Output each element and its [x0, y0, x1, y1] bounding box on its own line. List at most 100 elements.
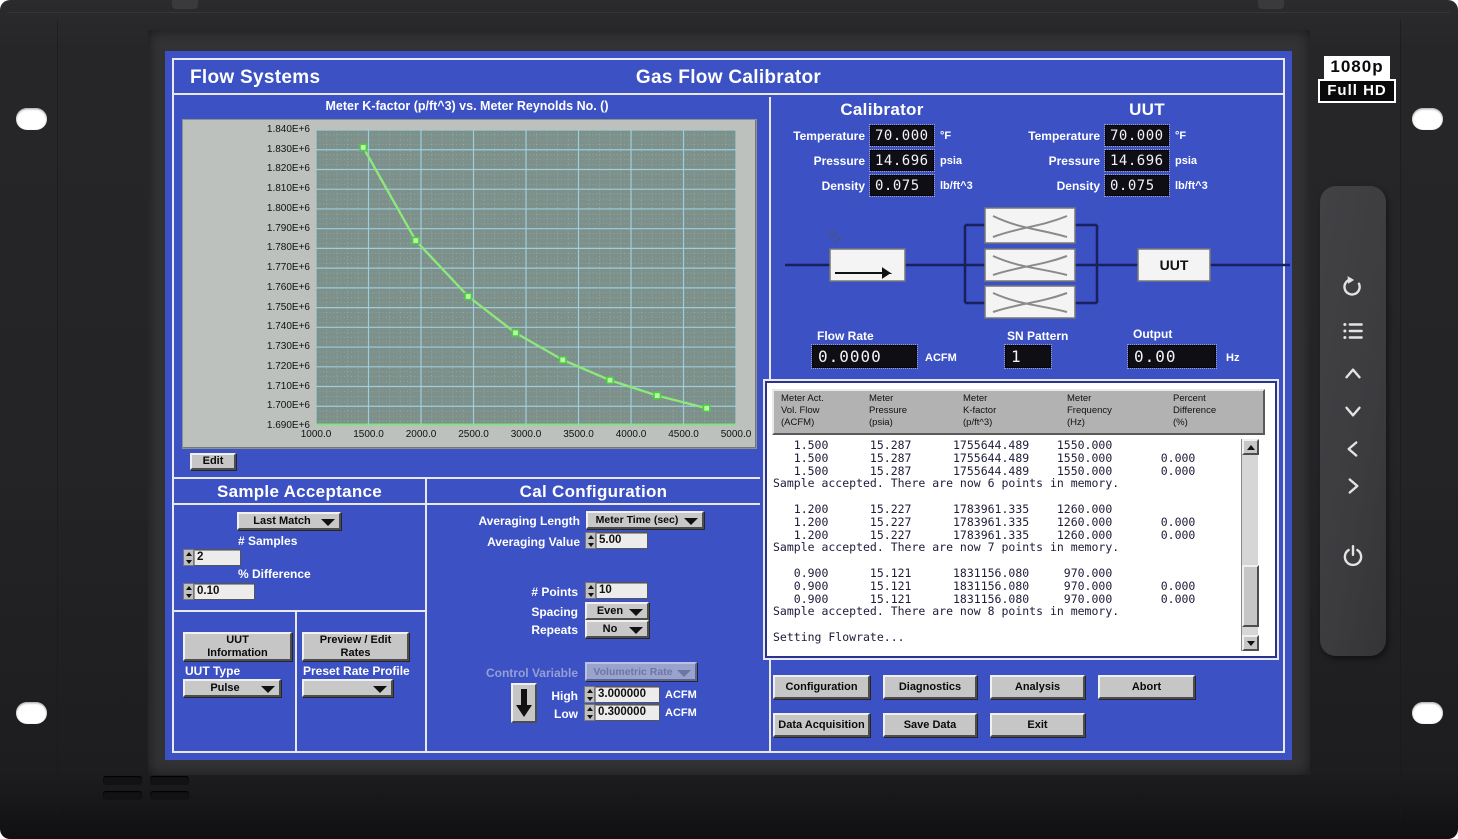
- y-tick-label: 1.700E+6: [230, 400, 310, 411]
- y-tick-label: 1.720E+6: [230, 361, 310, 372]
- x-tick-label: 4500.0: [662, 429, 706, 440]
- increment-icon: [184, 584, 193, 592]
- high-stepper[interactable]: 3.000000: [584, 686, 660, 703]
- diagnostics-button[interactable]: Diagnostics: [883, 675, 977, 699]
- averaging-value[interactable]: 5.00: [596, 532, 648, 549]
- decrement-icon: [184, 558, 193, 566]
- increment-icon: [586, 533, 595, 541]
- calibrator-header: Calibrator: [782, 100, 982, 120]
- return-icon[interactable]: [1340, 274, 1366, 300]
- readout-unit: psia: [1169, 155, 1197, 167]
- mount-hole-top-left: [16, 108, 47, 130]
- difference-stepper[interactable]: 0.10: [183, 583, 255, 600]
- scroll-down-icon[interactable]: [1242, 635, 1259, 651]
- sub-divider: [295, 610, 297, 751]
- averaging-value-stepper[interactable]: 5.00: [585, 532, 648, 549]
- match-mode-dropdown[interactable]: Last Match: [237, 512, 341, 530]
- divider: [174, 477, 760, 479]
- difference-value[interactable]: 0.10: [194, 583, 255, 600]
- right-region: Calibrator UUT Temperature 70.000 °F Pres…: [762, 97, 1283, 751]
- chevron-down-icon: [684, 518, 698, 525]
- points-value[interactable]: 10: [596, 582, 648, 599]
- x-tick-label: 3000.0: [504, 429, 548, 440]
- chevron-down-icon: [677, 670, 691, 677]
- stepper-arrows[interactable]: [584, 686, 595, 703]
- abort-button[interactable]: Abort: [1098, 675, 1195, 699]
- log-column-header: PercentDifference(%): [1166, 391, 1263, 433]
- log-scrollbar[interactable]: [1241, 439, 1258, 651]
- increment-icon: [184, 550, 193, 558]
- action-buttons-row2: Data Acquisition Save Data Exit: [773, 713, 1085, 737]
- kfactor-chart: 1.840E+61.830E+61.820E+61.810E+61.800E+6…: [182, 119, 757, 449]
- y-tick-label: 1.750E+6: [230, 302, 310, 313]
- fullhd-badge: 1080p Full HD: [1318, 56, 1396, 103]
- save-data-button[interactable]: Save Data: [883, 713, 977, 737]
- left-icon[interactable]: [1340, 436, 1366, 462]
- x-tick-label: 1000.0: [294, 429, 338, 440]
- y-tick-label: 1.780E+6: [230, 242, 310, 253]
- divider: [174, 610, 425, 612]
- spacing-label: Spacing: [430, 605, 578, 619]
- stepper-arrows[interactable]: [585, 532, 596, 549]
- measurement-log: Meter Act.Vol. Flow(ACFM)MeterPressure(p…: [765, 381, 1277, 658]
- stepper-arrows[interactable]: [585, 582, 596, 599]
- samples-value[interactable]: 2: [194, 549, 241, 566]
- analysis-button[interactable]: Analysis: [990, 675, 1085, 699]
- badge-fullhd-label: Full HD: [1318, 79, 1396, 103]
- stepper-arrows[interactable]: [584, 704, 595, 721]
- down-icon[interactable]: [1340, 398, 1366, 424]
- averaging-length-dropdown[interactable]: Meter Time (sec): [586, 511, 704, 529]
- low-stepper[interactable]: 0.300000: [584, 704, 660, 721]
- repeats-dropdown[interactable]: No: [585, 620, 649, 638]
- uut-type-dropdown[interactable]: Pulse: [183, 679, 281, 697]
- readout-display: 70.000: [1105, 125, 1169, 146]
- scrollbar-thumb[interactable]: [1242, 565, 1259, 627]
- data-acquisition-button[interactable]: Data Acquisition: [773, 713, 870, 737]
- up-icon[interactable]: [1340, 361, 1366, 387]
- chart-plot-area: [316, 130, 736, 426]
- chevron-down-icon: [261, 686, 275, 693]
- data-point: [512, 330, 518, 336]
- readout-row: Density 0.075 lb/ft^3: [770, 173, 973, 198]
- edit-button[interactable]: Edit: [190, 453, 236, 470]
- uut-information-button[interactable]: UUT Information: [183, 632, 292, 661]
- spacing-dropdown[interactable]: Even: [585, 602, 649, 620]
- log-table-body: 1.500 15.287 1755644.489 1550.000 1.500 …: [773, 439, 1241, 649]
- flow-rate-unit: ACFM: [925, 352, 957, 364]
- configuration-button[interactable]: Configuration: [773, 675, 870, 699]
- log-data-row: 0.900 15.121 1831156.080 970.000: [773, 567, 1241, 580]
- low-label: Low: [514, 707, 578, 721]
- menu-icon[interactable]: [1340, 318, 1366, 344]
- increment-icon: [586, 583, 595, 591]
- scroll-up-icon[interactable]: [1242, 439, 1259, 455]
- x-tick-label: 4000.0: [609, 429, 653, 440]
- readout-unit: °F: [1169, 130, 1186, 142]
- decrement-icon: [586, 591, 595, 599]
- y-tick-label: 1.830E+6: [230, 144, 310, 155]
- exit-button[interactable]: Exit: [990, 713, 1085, 737]
- power-icon[interactable]: [1340, 544, 1366, 570]
- stepper-arrows[interactable]: [183, 583, 194, 600]
- readout-row: Temperature 70.000 °F: [770, 123, 973, 148]
- log-data-row: 0.900 15.121 1831156.080 970.000 0.000: [773, 580, 1241, 593]
- samples-label: # Samples: [238, 534, 297, 548]
- svg-text:UUT: UUT: [1160, 257, 1189, 273]
- preset-rate-profile-dropdown[interactable]: [302, 679, 393, 697]
- preview-edit-rates-button[interactable]: Preview / Edit Rates: [302, 632, 409, 661]
- right-icon[interactable]: [1340, 473, 1366, 499]
- readout-unit: lb/ft^3: [1169, 180, 1208, 192]
- readout-row: Pressure 14.696 psia: [1005, 148, 1208, 173]
- control-variable-value: Volumetric Rate: [593, 666, 688, 678]
- top-notch-right: [1258, 0, 1284, 9]
- high-value[interactable]: 3.000000: [595, 686, 660, 703]
- points-stepper[interactable]: 10: [585, 582, 648, 599]
- stepper-arrows[interactable]: [183, 549, 194, 566]
- readout-label: Temperature: [1005, 129, 1105, 143]
- uut-readouts: Temperature 70.000 °F Pressure 14.696 psi…: [1005, 123, 1208, 198]
- low-value[interactable]: 0.300000: [595, 704, 660, 721]
- averaging-length-label: Averaging Length: [430, 514, 580, 528]
- left-region: Meter K-factor (p/ft^3) vs. Meter Reynol…: [174, 97, 760, 751]
- uut-type-value: Pulse: [210, 682, 253, 694]
- samples-stepper[interactable]: 2: [183, 549, 241, 566]
- y-tick-label: 1.820E+6: [230, 163, 310, 174]
